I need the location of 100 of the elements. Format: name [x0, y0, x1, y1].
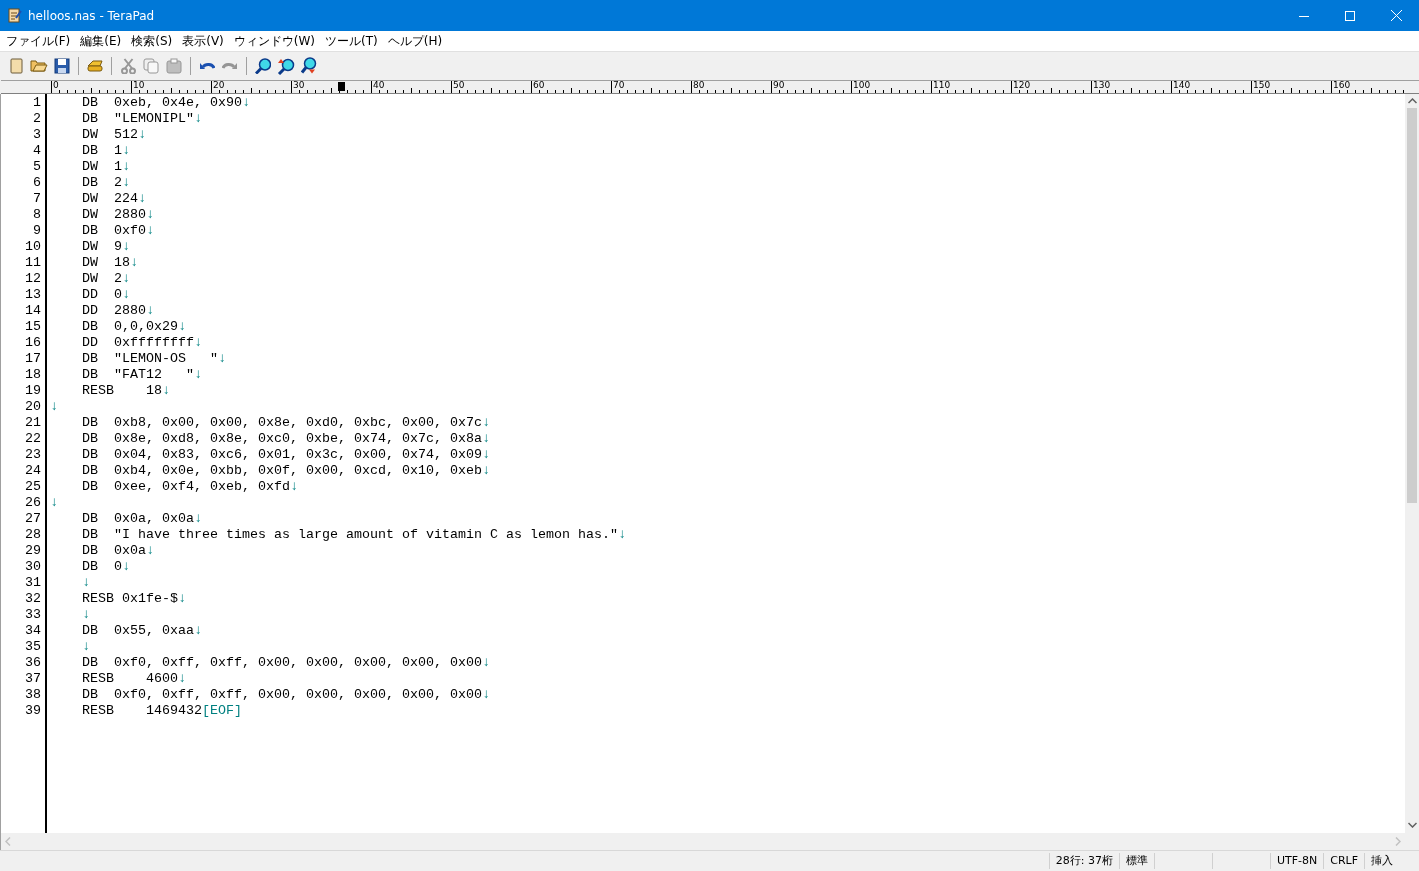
line-number: 17	[24, 351, 42, 367]
line-end-mark: ↓	[146, 223, 154, 239]
magnifier-down-arrow-button[interactable]	[299, 56, 319, 76]
line-number: 14	[24, 303, 42, 319]
code-line: DB "FAT12 "	[81, 367, 194, 383]
line-end-mark: ↓	[194, 111, 202, 127]
magnifier-icon	[254, 57, 272, 75]
line-end-mark: ↓	[162, 383, 170, 399]
status-field: CRLF	[1323, 853, 1364, 869]
line-end-mark: ↓	[194, 367, 202, 383]
line-end-mark: ↓	[122, 143, 130, 159]
code-line: DW 224	[81, 191, 138, 207]
line-number: 15	[24, 319, 42, 335]
redo-arrow-icon	[222, 62, 238, 70]
line-end-mark: ↓	[218, 351, 226, 367]
code-line: DB 0x0a	[81, 543, 146, 559]
code-line: DW 512	[81, 127, 138, 143]
line-end-mark: ↓	[481, 447, 490, 463]
code-line: DW 2	[81, 271, 122, 287]
line-end-mark: ↓	[122, 239, 130, 255]
line-end-mark: ↓	[122, 287, 130, 303]
menu-item[interactable]: 表示(V)	[178, 32, 228, 50]
line-end-mark: ↓	[50, 399, 58, 415]
maximize-icon	[1345, 10, 1355, 21]
line-end-mark: ↓	[122, 159, 130, 175]
magnifier-up-arrow-icon	[277, 57, 295, 75]
line-number: 29	[24, 543, 42, 559]
menu-item[interactable]: 編集(E)	[76, 32, 126, 50]
status-field: 挿入	[1364, 853, 1399, 869]
line-number: 4	[32, 143, 42, 159]
line-end-mark: ↓	[194, 335, 202, 351]
line-number: 23	[24, 447, 42, 463]
menu-item[interactable]: 検索(S)	[127, 32, 177, 50]
magnifier-down-arrow-icon	[301, 57, 317, 75]
code-line: DB 2	[81, 175, 122, 191]
scissors-icon	[120, 57, 136, 75]
line-number: 6	[32, 175, 42, 191]
ruler-label: 150	[1253, 81, 1271, 90]
line-number: 22	[24, 431, 42, 447]
line-number: 37	[24, 671, 42, 687]
line-number: 21	[24, 415, 42, 431]
line-number: 3	[32, 127, 42, 143]
line-number: 36	[24, 655, 42, 671]
code-line: DB 0x0a, 0x0a	[81, 511, 194, 527]
menu-item[interactable]: ファイル(F)	[2, 32, 75, 50]
close-icon	[1390, 10, 1402, 21]
menu-item[interactable]: ウィンドウ(W)	[229, 32, 319, 50]
printer-icon	[87, 60, 103, 72]
code-line: RESB 0x1fe-$	[81, 591, 178, 607]
horizontal-scrollbar[interactable]	[1, 833, 1405, 850]
line-number: 27	[24, 511, 42, 527]
line-end-mark: ↓	[194, 623, 202, 639]
ruler-label: 40	[373, 81, 385, 90]
code-line: DB "I have three times as large amount of vitamin C as lemon has."	[81, 527, 618, 543]
line-end-mark: ↓	[146, 303, 154, 319]
ruler-label: 130	[1093, 81, 1111, 90]
line-end-mark: ↓	[146, 543, 154, 559]
floppy-disk-button[interactable]	[52, 56, 72, 76]
line-number: 5	[32, 159, 42, 175]
line-end-mark: ↓	[289, 479, 298, 495]
code-line: DB 0x55, 0xaa	[81, 623, 194, 639]
scrollbar-thumb[interactable]	[1407, 108, 1417, 503]
code-line: DB 0xb4, 0x0e, 0xbb, 0x0f, 0x00, 0xcd, 0x10, 0xeb	[81, 463, 482, 479]
line-end-mark: ↓	[481, 415, 490, 431]
ruler-label: 50	[453, 81, 465, 90]
line-end-mark: [EOF]	[202, 703, 242, 719]
line-number: 24	[24, 463, 42, 479]
magnifier-up-arrow-button[interactable]	[276, 56, 296, 76]
ruler-label: 60	[533, 81, 545, 90]
menu-item[interactable]: ヘルプ(H)	[383, 32, 447, 50]
ruler-label: 20	[213, 81, 225, 90]
line-end-mark: ↓	[481, 687, 490, 703]
line-number: 39	[24, 703, 42, 719]
line-number: 9	[32, 223, 42, 239]
code-line: DD 0xffffffff	[81, 335, 194, 351]
line-end-mark: ↓	[146, 207, 154, 223]
line-end-mark: ↓	[481, 463, 490, 479]
line-number: 34	[24, 623, 42, 639]
code-line: DW 1	[81, 159, 122, 175]
menu-item[interactable]: ツール(T)	[321, 32, 382, 50]
code-line: RESB 1469432	[81, 703, 202, 719]
copy-icon	[143, 58, 159, 74]
line-number: 12	[24, 271, 42, 287]
code-line: DB 1	[81, 143, 122, 159]
line-end-mark: ↓	[81, 639, 90, 655]
line-number: 31	[24, 575, 42, 591]
line-number: 35	[24, 639, 42, 655]
code-line: DB 0	[81, 559, 122, 575]
line-number: 11	[24, 255, 42, 271]
ruler-label: 160	[1333, 81, 1351, 90]
line-number: 30	[24, 559, 42, 575]
vertical-scrollbar[interactable]	[1405, 94, 1419, 850]
line-end-mark: ↓	[122, 559, 130, 575]
line-number: 16	[24, 335, 42, 351]
line-end-mark: ↓	[122, 271, 130, 287]
ruler-label: 10	[133, 81, 145, 90]
line-number: 8	[32, 207, 42, 223]
line-end-mark: ↓	[122, 175, 130, 191]
magnifier-button[interactable]	[253, 56, 273, 76]
ruler-label: 70	[613, 81, 625, 90]
